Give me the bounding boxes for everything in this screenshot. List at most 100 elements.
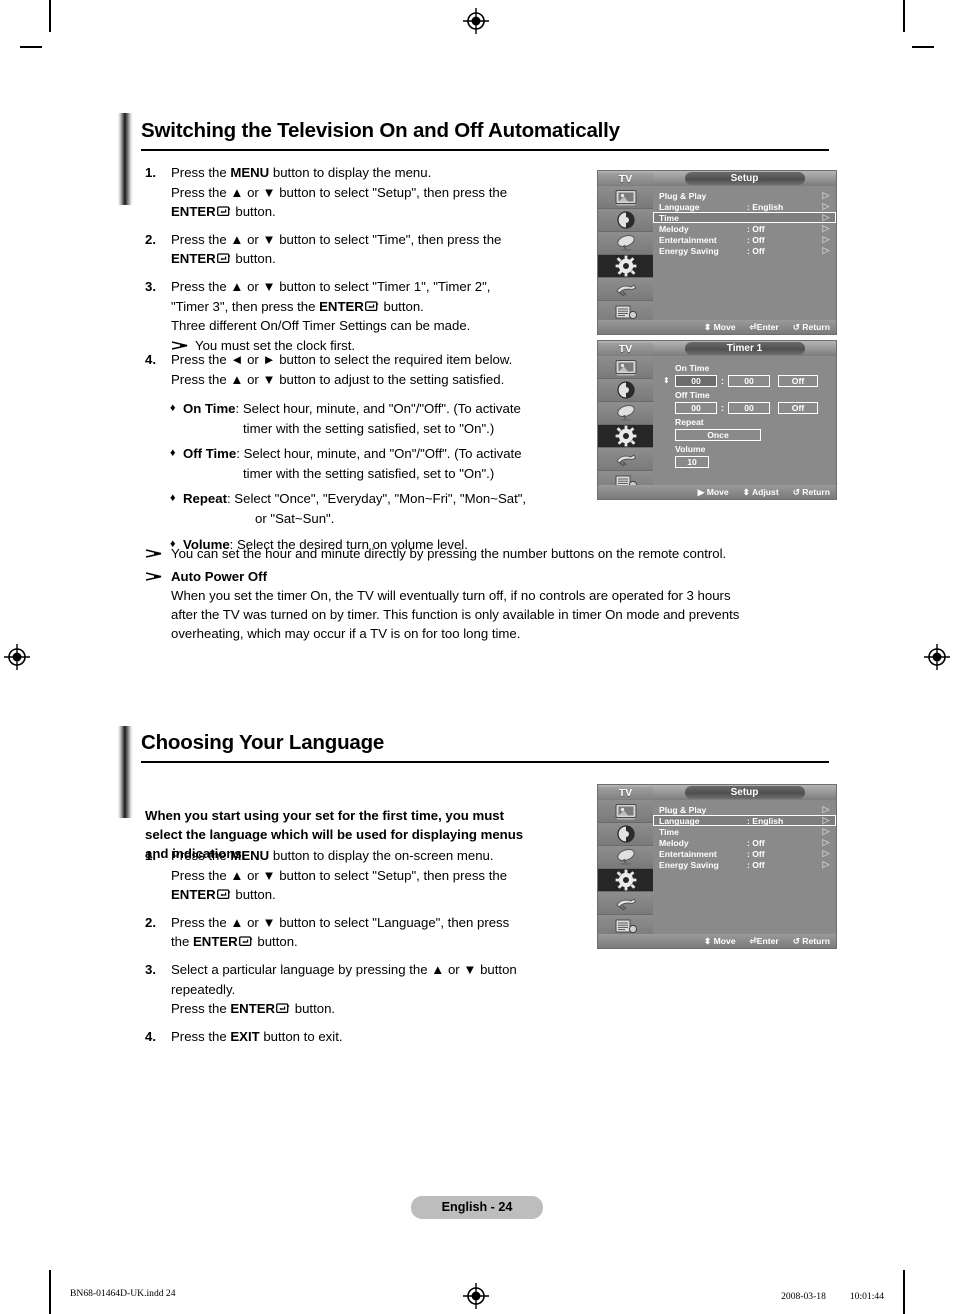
osd-row-name: Time [659, 826, 679, 837]
setup-icon[interactable] [598, 255, 653, 278]
instruction-step-4: 4. Press the ◄ or ► button to select the… [145, 350, 585, 397]
on-time-hour-field[interactable]: 00 [675, 375, 717, 387]
channel-icon[interactable] [598, 402, 653, 425]
setup-icon[interactable] [598, 425, 653, 448]
osd-menu-row[interactable]: Entertainment : Off ▷ [653, 234, 836, 245]
osd-menu-row[interactable]: Melody : Off ▷ [653, 837, 836, 848]
osd-return-hint: ↺ Return [792, 935, 830, 946]
osd-menu-row[interactable]: Entertainment : Off ▷ [653, 848, 836, 859]
osd-move-hint: ⬍ Move [703, 321, 736, 332]
step-text: Press the ◄ or ► button to select the re… [171, 352, 513, 387]
on-time-row: ⬍ 00 : 00 Off [653, 375, 836, 387]
osd-content: Plug & Play ▷ Language : English ▷ Time … [653, 186, 836, 334]
repeat-label: Repeat [675, 417, 704, 427]
repeat-field[interactable]: Once [675, 429, 761, 441]
section-accent-bar-1 [118, 113, 133, 205]
setup-icon[interactable] [598, 869, 653, 892]
note-heading: Auto Power Off [171, 569, 267, 584]
osd-menu-row[interactable]: Plug & Play ▷ [653, 190, 836, 201]
chevron-right-icon: ▷ [822, 804, 830, 814]
step-number: 4. [145, 1028, 156, 1044]
picture-icon[interactable] [598, 356, 653, 379]
instruction-steps-2: 1. Press the MENU button to display the … [145, 846, 590, 1054]
osd-row-name: Energy Saving [659, 245, 719, 256]
osd-row-name: Melody [659, 837, 689, 848]
osd-enter-hint: ⏎Enter [749, 321, 779, 332]
osd-icon-rail [598, 800, 653, 948]
enter-key-icon [216, 206, 231, 217]
list-item: ♦ Off Time: Select hour, minute, and "On… [170, 444, 590, 483]
chevron-right-icon: ▷ [822, 848, 830, 858]
step-number: 1. [145, 165, 156, 180]
registration-mark-right [924, 644, 950, 670]
sound-icon[interactable] [598, 379, 653, 402]
osd-header: TV Setup [598, 171, 836, 186]
osd-timer-menu: TV Timer 1 On Time ⬍ 00: 00 Off Off Tim… [597, 340, 837, 500]
osd-menu-row[interactable]: Time ▷ [653, 826, 836, 837]
osd-row-name: Language [659, 815, 700, 826]
osd-row-value: : Off [747, 245, 765, 256]
on-time-state-field[interactable]: Off [778, 375, 818, 387]
osd-menu-row[interactable]: Plug & Play ▷ [653, 804, 836, 815]
footer-divider-right [903, 1277, 905, 1307]
step-text: Press the ▲ or ▼ button to select "Timer… [171, 278, 491, 353]
instruction-steps-1: 1. Press the MENU button to display the … [145, 163, 575, 363]
osd-adjust-hint: ⬍ Adjust [742, 486, 779, 497]
section-accent-bar-2 [118, 726, 133, 818]
osd-body: On Time ⬍ 00 : 00 Off Off Time 00 : 00 O… [598, 356, 836, 499]
osd-enter-hint: ⏎Enter [749, 935, 779, 946]
osd-menu-row-selected[interactable]: Language : English ▷ [653, 815, 836, 826]
osd-menu-row[interactable]: Melody : Off ▷ [653, 223, 836, 234]
osd-title: Timer 1 [684, 342, 805, 355]
osd-menu-row[interactable]: Language : English ▷ [653, 201, 836, 212]
osd-menu-row-selected[interactable]: Time ▷ [653, 212, 836, 223]
step-text: Press the ▲ or ▼ button to select "Langu… [171, 914, 510, 950]
osd-footer: ⬍ Move ⏎Enter ↺ Return [598, 934, 836, 948]
enter-key-icon [276, 1003, 290, 1014]
chevron-right-icon: ▷ [822, 234, 830, 244]
note-text: You can set the hour and minute directly… [171, 546, 727, 561]
off-time-hour-field[interactable]: 00 [675, 402, 717, 414]
step-number: 2. [145, 231, 156, 247]
input-icon[interactable] [598, 278, 653, 301]
note-line: overheating, which may occur if a TV is … [171, 626, 521, 641]
volume-field[interactable]: 10 [675, 456, 709, 468]
picture-icon[interactable] [598, 186, 653, 209]
off-time-state-field[interactable]: Off [778, 402, 818, 414]
step-item: 4. Press the ◄ or ► button to select the… [145, 350, 585, 389]
osd-row-value: : English [747, 201, 784, 212]
channel-icon[interactable] [598, 846, 653, 869]
on-time-minute-field[interactable]: 00 [728, 375, 770, 387]
input-icon[interactable] [598, 892, 653, 915]
osd-source-label: TV [598, 342, 653, 355]
intro-line: select the language which will be used f… [145, 827, 524, 842]
osd-row-value: : English [747, 815, 784, 826]
chevron-right-icon: ▷ [822, 190, 830, 200]
sound-icon[interactable] [598, 823, 653, 846]
osd-menu-row[interactable]: Energy Saving : Off ▷ [653, 245, 836, 256]
step-item: 3. Select a particular language by press… [145, 960, 590, 1019]
osd-row-value: : Off [747, 234, 765, 245]
step-text: Press the EXIT button to exit. [171, 1028, 343, 1044]
picture-icon[interactable] [598, 800, 653, 823]
off-time-minute-field[interactable]: 00 [728, 402, 770, 414]
step-item: 2. Press the ▲ or ▼ button to select "La… [145, 913, 590, 952]
manual-page: Switching the Television On and Off Auto… [0, 0, 954, 1314]
osd-menu-row[interactable]: Energy Saving : Off ▷ [653, 859, 836, 870]
osd-row-value: : Off [747, 837, 765, 848]
list-item: ♦ On Time: Select hour, minute, and "On"… [170, 399, 590, 438]
time-colon: : [721, 403, 724, 413]
step-number: 2. [145, 914, 156, 930]
on-time-label: On Time [675, 363, 710, 373]
page-number-badge: English - 24 [411, 1196, 543, 1219]
footer-divider-left [49, 1277, 51, 1307]
off-time-row: 00 : 00 Off [653, 402, 836, 414]
channel-icon[interactable] [598, 232, 653, 255]
osd-setup-menu-language: TV Setup Plug & Play ▷ Language: Englis… [597, 784, 837, 949]
input-icon[interactable] [598, 448, 653, 471]
sound-icon[interactable] [598, 209, 653, 232]
section-rule-1 [141, 149, 829, 151]
osd-row-value: : Off [747, 848, 765, 859]
notes-block-1: You can set the hour and minute directly… [145, 542, 835, 643]
osd-header: TV Timer 1 [598, 341, 836, 356]
